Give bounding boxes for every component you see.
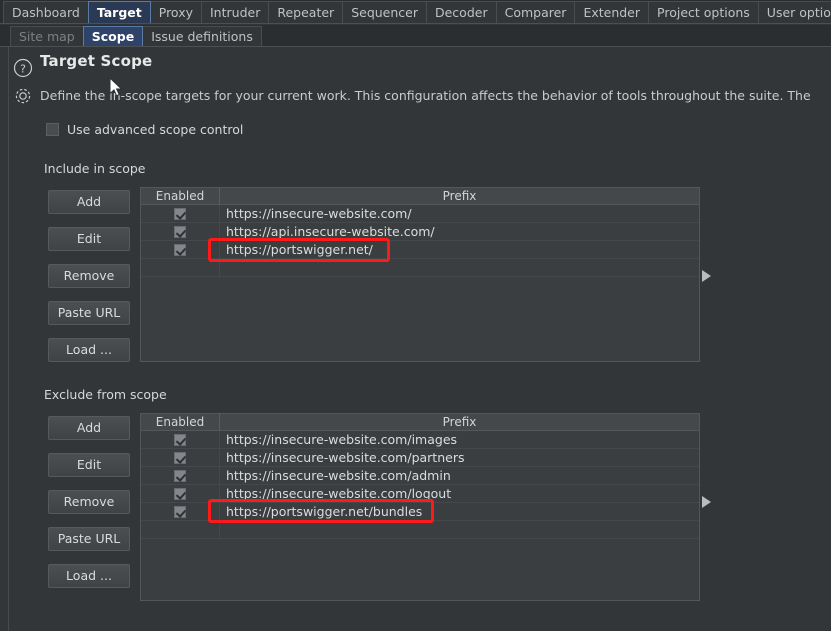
- row-enabled-cell[interactable]: [141, 431, 220, 448]
- row-enabled-cell[interactable]: [141, 223, 220, 240]
- tab-comparer[interactable]: Comparer: [495, 1, 576, 23]
- checkmark-icon[interactable]: [174, 505, 186, 518]
- include-edit-button[interactable]: Edit: [48, 227, 130, 251]
- exclude-remove-button[interactable]: Remove: [48, 490, 130, 514]
- tab-user-options[interactable]: User options: [757, 1, 831, 23]
- checkmark-icon[interactable]: [174, 451, 186, 464]
- tab-repeater[interactable]: Repeater: [268, 1, 344, 23]
- subtab-issue-definitions[interactable]: Issue definitions: [142, 26, 262, 46]
- checkmark-icon[interactable]: [174, 487, 186, 500]
- table-row[interactable]: [141, 521, 699, 539]
- include-table-body: https://insecure-website.com/ https://ap…: [141, 205, 699, 277]
- tab-intruder[interactable]: Intruder: [201, 1, 270, 23]
- checkmark-icon[interactable]: [174, 469, 186, 482]
- tab-extender[interactable]: Extender: [574, 1, 650, 23]
- include-load-button[interactable]: Load ...: [48, 338, 130, 362]
- row-prefix-cell: [220, 259, 699, 276]
- include-paste-url-button[interactable]: Paste URL: [48, 301, 130, 325]
- tab-target[interactable]: Target: [87, 1, 151, 23]
- exclude-expand-arrow-icon[interactable]: [702, 496, 711, 508]
- subtab-site-map[interactable]: Site map: [10, 26, 84, 46]
- include-table-header: Enabled Prefix: [141, 188, 699, 205]
- row-enabled-cell[interactable]: [141, 449, 220, 466]
- table-row[interactable]: https://portswigger.net/bundles: [141, 503, 699, 521]
- tab-dashboard[interactable]: Dashboard: [3, 1, 89, 23]
- tab-decoder[interactable]: Decoder: [425, 1, 497, 23]
- include-add-button[interactable]: Add: [48, 190, 130, 214]
- question-circle-icon[interactable]: ?: [13, 58, 33, 78]
- table-row[interactable]: https://insecure-website.com/: [141, 205, 699, 223]
- row-enabled-cell: [141, 259, 220, 276]
- include-scope-table[interactable]: Enabled Prefix https://insecure-website.…: [140, 187, 700, 362]
- tab-sequencer[interactable]: Sequencer: [342, 1, 427, 23]
- tab-proxy[interactable]: Proxy: [149, 1, 202, 23]
- row-prefix-cell: https://portswigger.net/: [226, 242, 373, 257]
- exclude-edit-button[interactable]: Edit: [48, 453, 130, 477]
- sub-tab-bar: Site map Scope Issue definitions: [0, 25, 831, 47]
- row-enabled-cell[interactable]: [141, 241, 220, 258]
- include-header-prefix[interactable]: Prefix: [220, 188, 699, 204]
- checkmark-icon[interactable]: [174, 433, 186, 446]
- checkmark-icon[interactable]: [174, 225, 186, 238]
- checkbox-label: Use advanced scope control: [67, 122, 244, 137]
- exclude-load-button[interactable]: Load ...: [48, 564, 130, 588]
- exclude-scope-table[interactable]: Enabled Prefix https://insecure-website.…: [140, 413, 700, 601]
- tab-project-options[interactable]: Project options: [648, 1, 759, 23]
- row-enabled-cell: [141, 521, 220, 538]
- use-advanced-scope-control-checkbox[interactable]: Use advanced scope control: [46, 122, 243, 137]
- table-row[interactable]: https://insecure-website.com/logout: [141, 485, 699, 503]
- main-tab-bar: Dashboard Target Proxy Intruder Repeater…: [0, 0, 831, 24]
- svg-text:?: ?: [20, 62, 26, 75]
- row-prefix-cell: https://api.insecure-website.com/: [226, 224, 435, 239]
- exclude-from-scope-label: Exclude from scope: [44, 387, 167, 402]
- table-row[interactable]: https://insecure-website.com/admin: [141, 467, 699, 485]
- checkmark-icon[interactable]: [174, 207, 186, 220]
- row-enabled-cell[interactable]: [141, 467, 220, 484]
- row-enabled-cell[interactable]: [141, 503, 220, 520]
- page-title: Target Scope: [40, 52, 153, 70]
- checkmark-icon[interactable]: [174, 243, 186, 256]
- include-expand-arrow-icon[interactable]: [702, 270, 711, 282]
- row-prefix-cell: https://insecure-website.com/: [226, 206, 412, 221]
- table-row[interactable]: https://insecure-website.com/images: [141, 431, 699, 449]
- table-row[interactable]: https://insecure-website.com/partners: [141, 449, 699, 467]
- row-prefix-cell: https://insecure-website.com/images: [226, 432, 458, 447]
- row-prefix-cell: https://insecure-website.com/logout: [226, 486, 452, 501]
- include-header-enabled[interactable]: Enabled: [141, 188, 220, 204]
- gear-icon[interactable]: [13, 86, 33, 106]
- row-prefix-cell: [220, 521, 699, 538]
- exclude-table-body: https://insecure-website.com/images http…: [141, 431, 699, 539]
- table-row[interactable]: [141, 259, 699, 277]
- exclude-add-button[interactable]: Add: [48, 416, 130, 440]
- exclude-table-header: Enabled Prefix: [141, 414, 699, 431]
- subtab-scope[interactable]: Scope: [82, 26, 144, 46]
- page-description: Define the in-scope targets for your cur…: [40, 88, 811, 103]
- row-prefix-cell: https://insecure-website.com/admin: [226, 468, 451, 483]
- exclude-paste-url-button[interactable]: Paste URL: [48, 527, 130, 551]
- burp-suite-window: Dashboard Target Proxy Intruder Repeater…: [0, 0, 831, 631]
- row-enabled-cell[interactable]: [141, 205, 220, 222]
- table-row[interactable]: https://api.insecure-website.com/: [141, 223, 699, 241]
- exclude-header-enabled[interactable]: Enabled: [141, 414, 220, 430]
- row-prefix-cell: https://portswigger.net/bundles: [226, 504, 423, 519]
- checkbox-box[interactable]: [46, 123, 59, 136]
- table-row[interactable]: https://portswigger.net/: [141, 241, 699, 259]
- exclude-header-prefix[interactable]: Prefix: [220, 414, 699, 430]
- include-remove-button[interactable]: Remove: [48, 264, 130, 288]
- row-prefix-cell: https://insecure-website.com/partners: [226, 450, 465, 465]
- include-in-scope-label: Include in scope: [44, 161, 146, 176]
- row-enabled-cell[interactable]: [141, 485, 220, 502]
